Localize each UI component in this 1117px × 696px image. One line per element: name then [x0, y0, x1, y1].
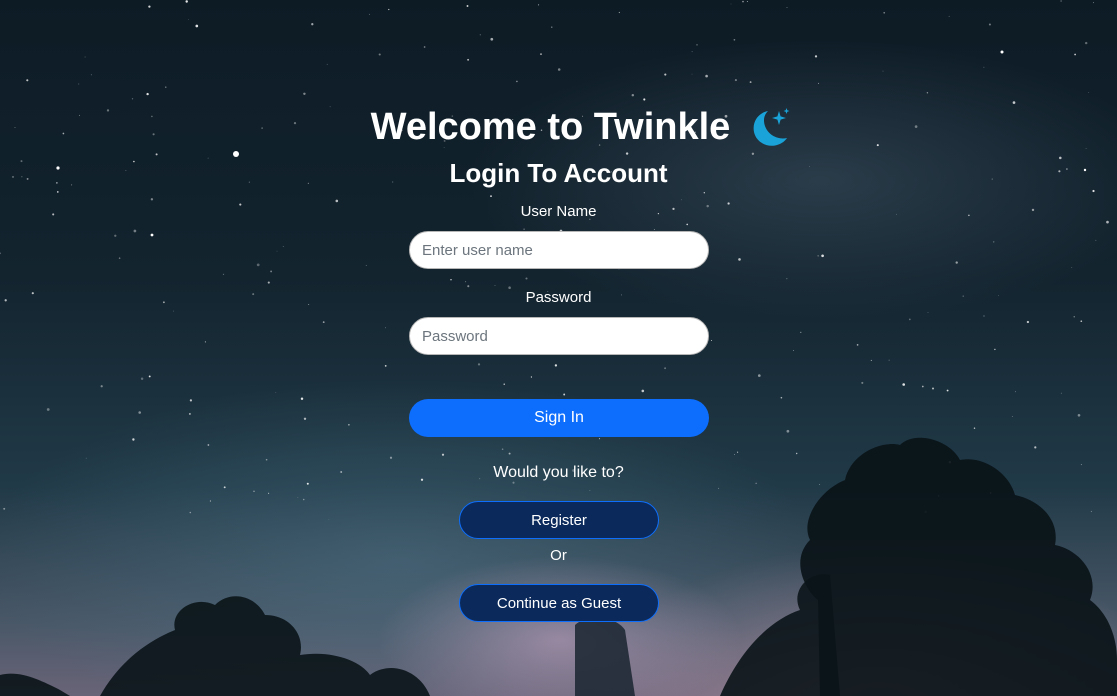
password-input[interactable] — [409, 317, 709, 355]
alternatives-prompt: Would you like to? — [493, 464, 624, 481]
or-divider-text: Or — [550, 547, 567, 564]
moon-stars-icon — [753, 108, 790, 146]
username-label: User Name — [520, 203, 597, 220]
register-button[interactable]: Register — [459, 501, 659, 539]
title-row: Welcome to Twinkle — [0, 101, 1117, 153]
page-title: Welcome to Twinkle — [370, 105, 731, 148]
password-label: Password — [525, 289, 592, 306]
login-panel: Welcome to Twinkle Login To Account User… — [0, 0, 1117, 696]
sign-in-button[interactable]: Sign In — [409, 399, 709, 437]
continue-as-guest-button[interactable]: Continue as Guest — [459, 584, 659, 622]
background-scene: Welcome to Twinkle Login To Account User… — [0, 0, 1117, 696]
username-input[interactable] — [409, 231, 709, 269]
form-heading: Login To Account — [449, 158, 668, 188]
